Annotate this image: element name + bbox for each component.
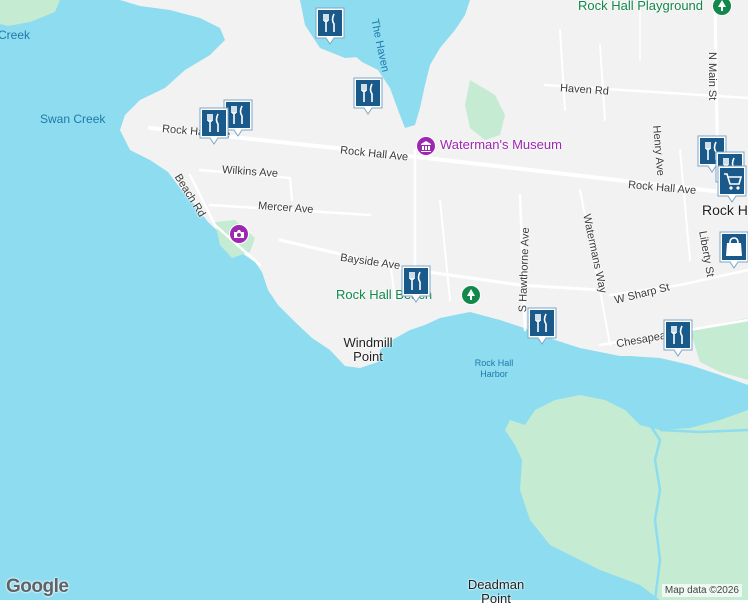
n-main-st-label: N Main St [706, 52, 718, 101]
playground-label[interactable]: Rock Hall Playground [578, 0, 703, 13]
restaurant-pin-chesapeake[interactable] [662, 318, 694, 358]
restaurant-pin-hawthorne[interactable] [526, 306, 558, 346]
restaurant-pin-west-2[interactable] [198, 106, 230, 146]
shopping-pin-east[interactable] [718, 230, 748, 270]
shopping-bag-icon [719, 231, 748, 269]
shopping-cart-icon [717, 165, 747, 203]
camera-icon [234, 230, 244, 238]
rock-hall-harbor-label: Rock Hall Harbor [474, 358, 514, 379]
museum-pin[interactable] [416, 136, 436, 156]
museum-icon [421, 141, 431, 152]
restaurant-pin-haven[interactable] [352, 76, 384, 116]
playground-pin[interactable] [712, 0, 732, 16]
restaurant-pin-bayside[interactable] [400, 264, 432, 304]
google-logo[interactable]: Google [6, 576, 69, 598]
windmill-point-label: Windmill Point [343, 335, 393, 364]
fork-knife-icon [527, 307, 557, 345]
cart-pin-east[interactable] [716, 164, 748, 204]
tree-icon [718, 0, 726, 11]
watermans-museum-label[interactable]: Waterman's Museum [440, 137, 562, 152]
creek-label: Creek [0, 28, 31, 42]
restaurant-pin-top[interactable] [314, 6, 346, 46]
fork-knife-icon [199, 107, 229, 145]
fork-knife-icon [401, 265, 431, 303]
fork-knife-icon [663, 319, 693, 357]
swan-creek-label: Swan Creek [40, 112, 106, 126]
photo-spot-pin[interactable] [229, 224, 249, 244]
beach-park-pin[interactable] [461, 285, 481, 305]
fork-knife-icon [315, 7, 345, 45]
fork-knife-icon [353, 77, 383, 115]
rock-hall-town-label: Rock Hall [702, 203, 748, 217]
tree-icon [467, 289, 475, 300]
map-attribution[interactable]: Map data ©2026 [661, 584, 742, 597]
deadman-point-label: Deadman Point [467, 577, 525, 606]
